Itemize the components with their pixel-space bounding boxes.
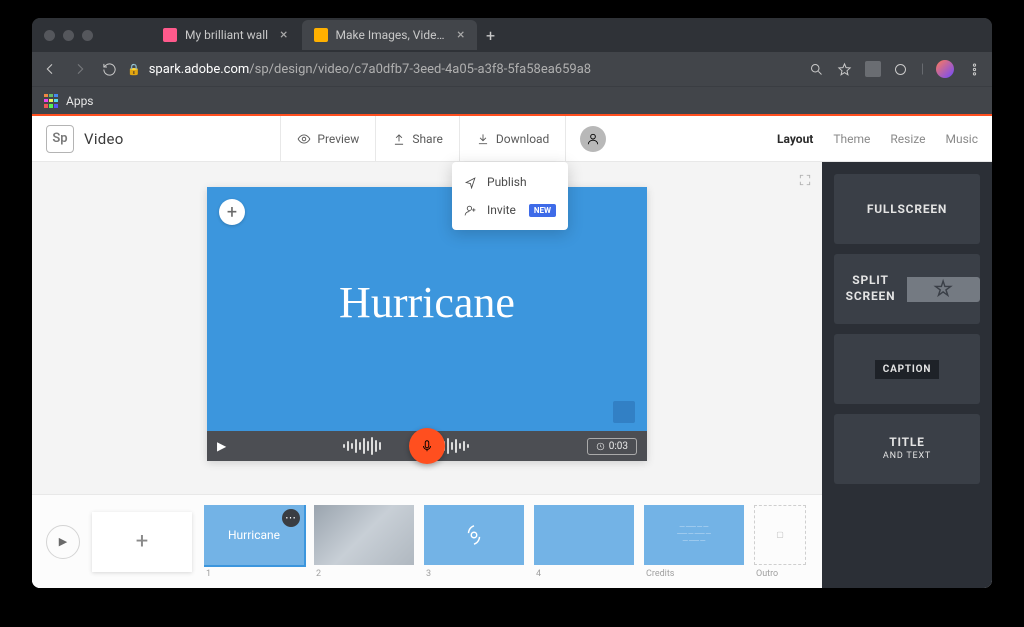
slide-canvas[interactable]: + Hurricane ▶ (207, 187, 647, 461)
star-icon: ☆ (933, 277, 954, 302)
menu-icon[interactable] (966, 61, 982, 77)
profile-avatar[interactable] (936, 60, 954, 78)
timeline-play-button[interactable]: ▶ (46, 525, 80, 559)
watermark-icon (613, 401, 635, 423)
app-header: Sp Video Preview Share Download (32, 116, 992, 162)
download-icon (476, 132, 490, 146)
timeline-slide[interactable]: 4 (534, 505, 634, 579)
tab-title: My brilliant wall (185, 28, 268, 42)
forward-button[interactable] (72, 61, 88, 77)
browser-titlebar: My brilliant wall × Make Images, Videos … (32, 18, 992, 52)
duration-badge[interactable]: 0:03 (587, 438, 637, 455)
hurricane-icon (463, 524, 485, 546)
lock-icon: 🔒 (127, 63, 141, 76)
timeline-slide[interactable]: Hurricane ⋯ 1 (204, 505, 304, 579)
slide-title[interactable]: Hurricane (207, 277, 647, 328)
tab-title: Make Images, Videos and Web… (336, 28, 446, 42)
favicon-icon (314, 28, 328, 42)
add-slide-button[interactable]: + (92, 512, 192, 572)
add-element-button[interactable]: + (219, 199, 245, 225)
tab-music[interactable]: Music (946, 132, 978, 146)
browser-tab-active[interactable]: Make Images, Videos and Web… × (302, 20, 477, 50)
microphone-icon (420, 439, 434, 453)
invite-item[interactable]: Invite NEW (452, 196, 568, 224)
extension-icon[interactable] (893, 61, 909, 77)
tab-layout[interactable]: Layout (777, 132, 813, 146)
address-bar: 🔒 spark.adobe.com/sp/design/video/c7a0df… (32, 52, 992, 86)
app-title: Video (84, 130, 124, 148)
share-icon (392, 132, 406, 146)
apps-icon[interactable] (44, 94, 58, 108)
user-avatar[interactable] (580, 126, 606, 152)
layout-title-text[interactable]: TITLEAND TEXT (834, 414, 980, 484)
publish-item[interactable]: Publish (452, 168, 568, 196)
search-icon[interactable] (809, 61, 825, 77)
clock-icon (596, 442, 605, 451)
timeline-slide[interactable]: — —— — ——— — —— —— —— — Credits (644, 505, 744, 579)
timeline-slide[interactable]: 2 (314, 505, 414, 579)
close-icon[interactable]: × (280, 27, 287, 43)
window-controls[interactable] (44, 30, 93, 41)
download-button[interactable]: Download (459, 116, 566, 161)
close-icon[interactable]: × (457, 27, 464, 43)
browser-tab[interactable]: My brilliant wall × (151, 20, 300, 50)
eye-icon (297, 132, 311, 146)
spark-logo-icon[interactable]: Sp (46, 125, 74, 153)
url-field[interactable]: 🔒 spark.adobe.com/sp/design/video/c7a0df… (127, 62, 799, 77)
extension-icon[interactable] (865, 61, 881, 77)
new-badge: NEW (529, 204, 556, 217)
layout-caption[interactable]: CAPTION (834, 334, 980, 404)
star-icon[interactable] (837, 61, 853, 77)
preview-button[interactable]: Preview (280, 116, 375, 161)
layout-fullscreen[interactable]: FULLSCREEN (834, 174, 980, 244)
waveform (236, 437, 576, 455)
invite-icon (464, 204, 477, 217)
user-icon (586, 132, 600, 146)
publish-icon (464, 176, 477, 189)
layout-sidebar: FULLSCREEN SPLITSCREEN ☆ CAPTION TITLEAN… (822, 162, 992, 588)
share-dropdown: Publish Invite NEW (452, 162, 568, 230)
apps-label[interactable]: Apps (66, 94, 94, 108)
record-button[interactable] (409, 428, 445, 464)
timeline-slide[interactable]: 3 (424, 505, 524, 579)
slide-options-icon[interactable]: ⋯ (282, 509, 300, 527)
back-button[interactable] (42, 61, 58, 77)
reload-button[interactable] (102, 62, 117, 77)
timeline: ▶ + Hurricane ⋯ 1 2 (32, 494, 822, 588)
favicon-icon (163, 28, 177, 42)
play-button[interactable]: ▶ (217, 439, 226, 453)
new-tab-button[interactable]: + (479, 23, 503, 47)
tab-theme[interactable]: Theme (833, 132, 870, 146)
layout-split-screen[interactable]: SPLITSCREEN ☆ (834, 254, 980, 324)
bookmarks-bar: Apps (32, 86, 992, 114)
playback-bar: ▶ 0:03 (207, 431, 647, 461)
timeline-outro[interactable]: ▢ Outro (754, 505, 806, 579)
share-button[interactable]: Share (375, 116, 459, 161)
tab-resize[interactable]: Resize (890, 132, 925, 146)
